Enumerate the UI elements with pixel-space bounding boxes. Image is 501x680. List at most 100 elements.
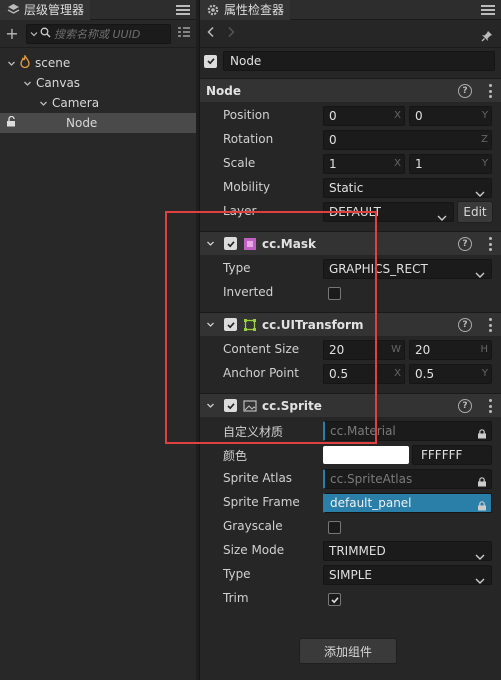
content-size-height-input[interactable]: 20 H (409, 340, 492, 360)
chevron-down-icon (475, 548, 485, 560)
back-arrow-icon[interactable] (206, 26, 226, 42)
color-label: 颜色 (223, 449, 248, 463)
hierarchy-tab[interactable]: 层级管理器 (0, 0, 91, 20)
unlock-icon[interactable] (6, 115, 17, 130)
tree-item-node[interactable]: Node (0, 113, 196, 133)
anchor-y-input[interactable]: 0.5 Y (409, 364, 492, 384)
help-icon[interactable]: ? (458, 237, 472, 251)
tree-item-label: Node (66, 116, 98, 130)
section-title: cc.UITransform (262, 317, 364, 332)
mobility-select[interactable]: Static (323, 178, 492, 198)
more-options-icon[interactable] (488, 84, 492, 98)
search-placeholder: 搜索名称或 UUID (54, 27, 141, 41)
sprite-type-label: Type (223, 567, 251, 581)
inspector-menu-icon[interactable] (481, 3, 495, 17)
anchor-x-input[interactable]: 0.5 X (323, 364, 405, 384)
node-section-header[interactable]: Node ? (200, 78, 501, 102)
mask-enabled-checkbox[interactable] (224, 237, 237, 250)
pin-icon[interactable] (481, 30, 493, 45)
help-icon[interactable]: ? (458, 318, 472, 332)
sprite-section-header[interactable]: cc.Sprite ? (200, 393, 501, 417)
help-icon[interactable]: ? (458, 84, 472, 98)
layer-select[interactable]: DEFAULT (323, 202, 454, 222)
chevron-down-icon[interactable] (206, 399, 215, 413)
grayscale-row: Grayscale (200, 515, 501, 539)
size-mode-select[interactable]: TRIMMED (323, 541, 492, 561)
add-component-button[interactable]: 添加组件 (299, 638, 397, 664)
mobility-row: Mobility Static (200, 176, 501, 200)
section-title: cc.Sprite (262, 398, 322, 413)
more-options-icon[interactable] (488, 237, 492, 251)
uitransform-enabled-checkbox[interactable] (224, 318, 237, 331)
inspector-tab[interactable]: 属性检查器 (200, 0, 291, 20)
hierarchy-menu-icon[interactable] (176, 3, 190, 17)
sprite-image-icon (243, 399, 257, 413)
mask-component-icon (243, 237, 257, 251)
inspector-tab-label: 属性检查器 (224, 3, 285, 17)
hierarchy-panel: 层级管理器 + 搜索名称或 UUID scene Canvas Camera N… (0, 0, 196, 680)
mask-inverted-label: Inverted (223, 285, 274, 299)
scale-y-input[interactable]: 1Y (409, 154, 492, 174)
position-x-input[interactable]: 0X (323, 106, 405, 126)
help-icon[interactable]: ? (458, 399, 472, 413)
mask-section-header[interactable]: cc.Mask ? (200, 231, 501, 255)
trim-checkbox[interactable] (328, 593, 341, 606)
anchor-point-label: Anchor Point (223, 366, 299, 380)
forward-arrow-icon[interactable] (226, 26, 246, 42)
sprite-enabled-checkbox[interactable] (224, 399, 237, 412)
color-row: 颜色 FFFFFF (200, 443, 501, 467)
mask-inverted-checkbox[interactable] (328, 287, 341, 300)
more-options-icon[interactable] (488, 399, 492, 413)
scene-icon (20, 54, 30, 71)
add-node-icon[interactable]: + (4, 24, 20, 43)
chevron-down-icon[interactable] (38, 98, 48, 108)
grayscale-checkbox[interactable] (328, 521, 341, 534)
chevron-down-icon[interactable] (30, 27, 38, 41)
color-hex-input[interactable]: FFFFFF (412, 445, 492, 465)
position-y-input[interactable]: 0Y (409, 106, 492, 126)
section-title: Node (206, 83, 242, 98)
position-label: Position (223, 108, 270, 122)
sprite-atlas-asset-field[interactable]: cc.SpriteAtlas (323, 469, 492, 489)
rotation-label: Rotation (223, 132, 274, 146)
sprite-frame-asset-field[interactable]: default_panel (323, 493, 492, 513)
mask-inverted-row: Inverted (200, 281, 501, 305)
node-active-checkbox[interactable] (204, 54, 217, 68)
chevron-down-icon[interactable] (206, 237, 215, 251)
inspector-tab-bar: 属性检查器 (200, 0, 501, 20)
more-options-icon[interactable] (488, 318, 492, 332)
content-size-width-input[interactable]: 20 W (323, 340, 405, 360)
hierarchy-tab-bar: 层级管理器 (0, 0, 196, 20)
node-name-input[interactable]: Node (223, 51, 495, 71)
uitransform-component-icon (243, 318, 257, 332)
chevron-down-icon[interactable] (6, 58, 16, 68)
chevron-down-icon[interactable] (22, 78, 32, 88)
chevron-down-icon[interactable] (206, 318, 215, 332)
tree-item-label: scene (35, 56, 71, 70)
hierarchy-tab-label: 层级管理器 (24, 3, 85, 17)
custom-material-row: 自定义材质 cc.Material (200, 419, 501, 443)
lock-icon[interactable] (477, 498, 487, 512)
hierarchy-search-input[interactable]: 搜索名称或 UUID (26, 23, 171, 44)
custom-material-asset-field[interactable]: cc.Material (323, 421, 492, 441)
mask-type-select[interactable]: GRAPHICS_RECT (323, 259, 492, 279)
layers-icon (6, 3, 20, 17)
uitransform-section-header[interactable]: cc.UITransform ? (200, 312, 501, 336)
sort-list-icon[interactable] (177, 26, 191, 41)
sprite-atlas-label: Sprite Atlas (223, 471, 293, 485)
sprite-atlas-row: Sprite Atlas cc.SpriteAtlas (200, 467, 501, 491)
color-swatch[interactable] (323, 446, 409, 464)
scale-x-input[interactable]: 1X (323, 154, 405, 174)
rotation-z-input[interactable]: 0Z (323, 130, 492, 150)
lock-icon[interactable] (477, 474, 487, 488)
sprite-type-select[interactable]: SIMPLE (323, 565, 492, 585)
layer-edit-button[interactable]: Edit (457, 201, 493, 223)
lock-icon[interactable] (477, 426, 487, 440)
settings-gear-icon (206, 3, 220, 17)
inspector-panel: 属性检查器 Node Node ? Position 0X 0Y Rotatio… (199, 0, 501, 680)
inspector-nav (200, 20, 501, 48)
tree-item-camera[interactable]: Camera (0, 93, 196, 113)
tree-item-canvas[interactable]: Canvas (0, 73, 196, 93)
tree-item-scene[interactable]: scene (0, 53, 196, 73)
sprite-frame-row: Sprite Frame default_panel (200, 491, 501, 515)
